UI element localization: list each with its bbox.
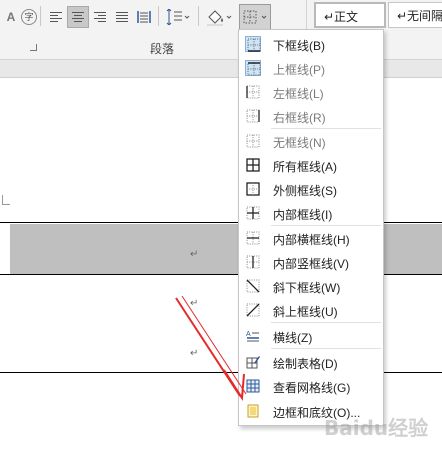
inside-horizontal-border-icon <box>245 230 261 246</box>
menu-item-view-gridlines[interactable]: 查看网格线(G) <box>239 374 383 398</box>
menu-item-label: 内部横框线(H) <box>273 233 350 247</box>
menu-item-top-border[interactable]: 上框线(P) <box>239 56 383 80</box>
distributed-button[interactable] <box>133 6 155 28</box>
borders-and-shading-icon <box>245 403 261 419</box>
paragraph-mark: ↵ <box>190 348 199 359</box>
left-border-icon <box>245 84 261 100</box>
line-spacing-button[interactable] <box>163 6 191 28</box>
align-left-icon <box>50 10 62 24</box>
font-dialog-launcher[interactable] <box>30 44 37 51</box>
menu-item-label: 所有框线(A) <box>273 160 337 174</box>
watermark: Baidu经验 <box>324 416 429 440</box>
menu-item-draw-table[interactable]: 绘制表格(D) <box>239 350 383 374</box>
menu-item-label: 斜下框线(W) <box>273 281 341 295</box>
menu-item-label: 查看网格线(G) <box>273 381 351 395</box>
menu-item-label: 左框线(L) <box>273 87 324 101</box>
top-border-icon <box>245 60 261 76</box>
horizontal-line-icon: A <box>245 328 261 344</box>
menu-item-label: 右框线(R) <box>273 111 326 125</box>
distributed-icon <box>137 11 151 23</box>
line-spacing-icon <box>166 9 190 25</box>
style-normal[interactable]: ↵正文 <box>314 2 386 28</box>
menu-item-outside-borders[interactable]: 外侧框线(S) <box>239 177 383 201</box>
menu-item-label: 下框线(B) <box>273 39 325 53</box>
all-borders-icon <box>245 157 261 173</box>
menu-item-label: 横线(Z) <box>273 331 313 345</box>
phonetic-guide-button[interactable]: 字 <box>18 6 40 28</box>
char-circle-icon: 字 <box>21 9 37 25</box>
menu-item-right-border[interactable]: 右框线(R) <box>239 104 383 128</box>
menu-item-label: 内部竖框线(V) <box>273 257 349 271</box>
align-right-icon <box>94 10 106 24</box>
menu-item-all-borders[interactable]: 所有框线(A) <box>239 153 383 177</box>
menu-item-no-border[interactable]: 无框线(N) <box>239 129 383 153</box>
inside-borders-icon <box>245 205 261 221</box>
menu-item-inside-horizontal[interactable]: 内部横框线(H) <box>239 226 383 250</box>
menu-item-diagonal-down[interactable]: 斜下框线(W) <box>239 274 383 298</box>
paragraph-mark: ↵ <box>190 249 199 260</box>
bottom-border-icon <box>245 36 261 52</box>
menu-item-label: 斜上框线(U) <box>273 305 338 319</box>
diagonal-down-border-icon <box>245 278 261 294</box>
menu-item-label: 绘制表格(D) <box>273 357 338 371</box>
menu-item-horizontal-line[interactable]: A 横线(Z) <box>239 324 383 348</box>
margin-corner-mark <box>2 195 10 205</box>
menu-item-label: 无框线(N) <box>273 136 326 150</box>
view-gridlines-icon <box>245 378 261 394</box>
justify-button[interactable] <box>111 6 133 28</box>
menu-item-left-border[interactable]: 左框线(L) <box>239 80 383 104</box>
paragraph-toolbar: A 字 <box>0 4 300 30</box>
menu-item-label: 上框线(P) <box>273 63 325 77</box>
menu-separator <box>271 348 381 349</box>
menu-item-label: 外侧框线(S) <box>273 184 337 198</box>
borders-button[interactable] <box>239 4 271 30</box>
outside-borders-icon <box>245 181 261 197</box>
justify-icon <box>116 10 128 24</box>
menu-item-label: 内部框线(I) <box>273 208 333 222</box>
borders-dropdown-menu: 下框线(B) 上框线(P) 左框线(L) 右框线(R) 无框线(N) 所有框线(… <box>238 29 384 426</box>
diagonal-up-border-icon <box>245 302 261 318</box>
align-right-button[interactable] <box>89 6 111 28</box>
menu-separator <box>271 322 381 323</box>
draw-table-icon <box>245 354 261 370</box>
align-center-button[interactable] <box>67 6 89 28</box>
style-no-spacing[interactable]: ↵无间隔 <box>388 2 442 28</box>
shading-button[interactable] <box>204 6 234 28</box>
paragraph-group-label: 段落 <box>150 42 175 56</box>
menu-item-bottom-border[interactable]: 下框线(B) <box>239 32 383 56</box>
menu-item-inside-vertical[interactable]: 内部竖框线(V) <box>239 250 383 274</box>
menu-item-diagonal-up[interactable]: 斜上框线(U) <box>239 298 383 322</box>
borders-icon <box>243 10 267 24</box>
align-center-icon <box>72 10 84 24</box>
paragraph-mark: ↵ <box>190 298 199 309</box>
right-border-icon <box>245 108 261 124</box>
inside-vertical-border-icon <box>245 254 261 270</box>
no-border-icon <box>245 133 261 149</box>
menu-item-inside-borders[interactable]: 内部框线(I) <box>239 201 383 225</box>
svg-text:A: A <box>246 331 251 338</box>
paint-bucket-icon <box>207 10 232 26</box>
align-left-button[interactable] <box>45 6 67 28</box>
